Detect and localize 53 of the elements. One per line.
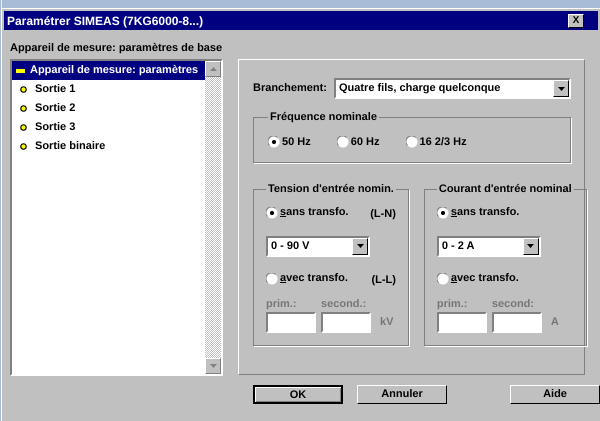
connection-dropdown[interactable]: Quatre fils, charge quelconque	[334, 78, 571, 99]
tree-item[interactable]: Sortie 1	[12, 80, 205, 99]
dialog-button[interactable]: Aide	[510, 385, 600, 404]
down-arrow-icon	[527, 244, 534, 248]
dot-icon	[20, 143, 27, 150]
group-title: Courant d'entrée nominal	[438, 182, 573, 197]
scroll-down-button[interactable]	[205, 358, 221, 374]
field-label: second:	[492, 296, 534, 308]
down-arrow-icon	[210, 364, 216, 368]
dropdown-button[interactable]	[522, 238, 539, 254]
input-field[interactable]	[321, 312, 371, 332]
radio-button[interactable]: 50 Hz	[268, 134, 311, 150]
radio-button[interactable]: avec transfo.	[436, 272, 519, 286]
field-label: Branchement:	[253, 81, 328, 96]
radio-button[interactable]: 16 2/3 Hz	[406, 134, 467, 150]
field-label: prim.:	[436, 296, 468, 308]
tree-item[interactable]: Appareil de mesure: paramètres	[12, 61, 205, 80]
dropdown-button[interactable]	[352, 238, 368, 254]
note-label: (L-N)	[370, 206, 396, 220]
input-field[interactable]	[436, 312, 487, 332]
close-button[interactable]: X	[568, 14, 584, 28]
tree-item[interactable]: Sortie 3	[12, 118, 205, 137]
scroll-up-button[interactable]	[205, 61, 221, 77]
field-label: prim.:	[266, 296, 298, 308]
input-field[interactable]	[492, 312, 542, 332]
note-label: (L-L)	[371, 272, 396, 286]
dialog-button[interactable]: OK	[253, 385, 343, 404]
field-label: second.:	[321, 296, 366, 308]
scrollbar[interactable]	[205, 61, 221, 374]
unit-label: A	[550, 315, 559, 330]
dropdown-button[interactable]	[553, 80, 569, 97]
radio-button[interactable]: avec transfo.	[266, 272, 348, 286]
dialog-button[interactable]: Annuler	[357, 385, 447, 404]
radio-button[interactable]: sans transfo.	[436, 206, 520, 220]
dot-icon	[20, 86, 27, 93]
dot-icon	[20, 124, 27, 131]
dot-icon	[20, 105, 27, 112]
group-title: Fréquence nominale	[269, 110, 378, 125]
dash-icon	[16, 68, 25, 72]
range-dropdown[interactable]: 0 - 90 V	[266, 236, 370, 256]
range-dropdown[interactable]: 0 - 2 A	[436, 236, 541, 256]
section-heading: Appareil de mesure: paramètres de base	[10, 41, 224, 56]
down-arrow-icon	[558, 86, 564, 90]
unit-label: kV	[380, 315, 394, 330]
radio-button[interactable]: sans transfo.	[266, 206, 348, 220]
tree-item[interactable]: Sortie 2	[12, 99, 205, 118]
radio-button[interactable]: 60 Hz	[336, 134, 380, 150]
up-arrow-icon	[210, 67, 216, 71]
tree-item[interactable]: Sortie binaire	[12, 137, 205, 156]
group-title: Tension d'entrée nomin.	[267, 182, 395, 197]
window-title: Paramétrer SIMEAS (7KG6000-8...)	[7, 12, 204, 30]
input-field[interactable]	[266, 312, 316, 332]
down-arrow-icon	[356, 244, 364, 248]
